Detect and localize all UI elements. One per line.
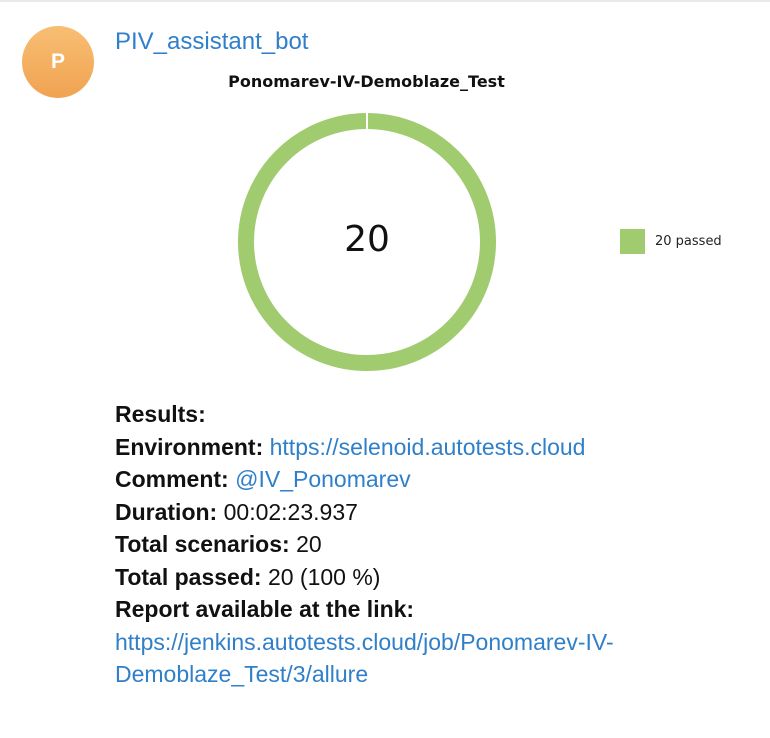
total-scenarios-value: 20 bbox=[296, 531, 322, 557]
sender-name[interactable]: PIV_assistant_bot bbox=[115, 28, 308, 56]
comment-line: Comment: @IV_Ponomarev bbox=[115, 463, 725, 496]
comment-mention-link[interactable]: @IV_Ponomarev bbox=[235, 466, 411, 492]
total-passed-label: Total passed: bbox=[115, 563, 262, 590]
total-scenarios-label: Total scenarios: bbox=[115, 531, 290, 557]
duration-line: Duration: 00:02:23.937 bbox=[115, 496, 725, 529]
chart-legend: 20 passed bbox=[620, 229, 722, 254]
avatar[interactable]: P bbox=[22, 26, 94, 98]
duration-label: Duration: bbox=[115, 498, 218, 525]
total-passed-line: Total passed: 20 (100 %) bbox=[115, 561, 725, 594]
top-divider bbox=[0, 0, 770, 2]
environment-link[interactable]: https://selenoid.autotests.cloud bbox=[270, 434, 586, 460]
chart-center-value: 20 bbox=[344, 219, 390, 260]
duration-value: 00:02:23.937 bbox=[223, 498, 358, 525]
results-text: Results: Environment: https://selenoid.a… bbox=[115, 398, 725, 691]
results-header: Results: bbox=[115, 401, 206, 427]
chart-image[interactable]: Ponomarev-IV-Demoblaze_Test 20 20 passed bbox=[115, 66, 755, 386]
comment-label: Comment: bbox=[115, 466, 229, 492]
legend-swatch-passed bbox=[620, 229, 645, 254]
total-scenarios-line: Total scenarios: 20 bbox=[115, 528, 725, 561]
legend-label-passed: 20 passed bbox=[655, 234, 722, 249]
report-link[interactable]: https://jenkins.autotests.cloud/job/Pono… bbox=[115, 629, 614, 688]
report-line: Report available at the link: https://je… bbox=[115, 593, 725, 691]
environment-label: Environment: bbox=[115, 433, 264, 460]
total-passed-value: 20 (100 %) bbox=[267, 563, 381, 590]
avatar-letter: P bbox=[50, 50, 65, 73]
report-label: Report available at the link: bbox=[115, 596, 415, 622]
environment-line: Environment: https://selenoid.autotests.… bbox=[115, 431, 725, 464]
